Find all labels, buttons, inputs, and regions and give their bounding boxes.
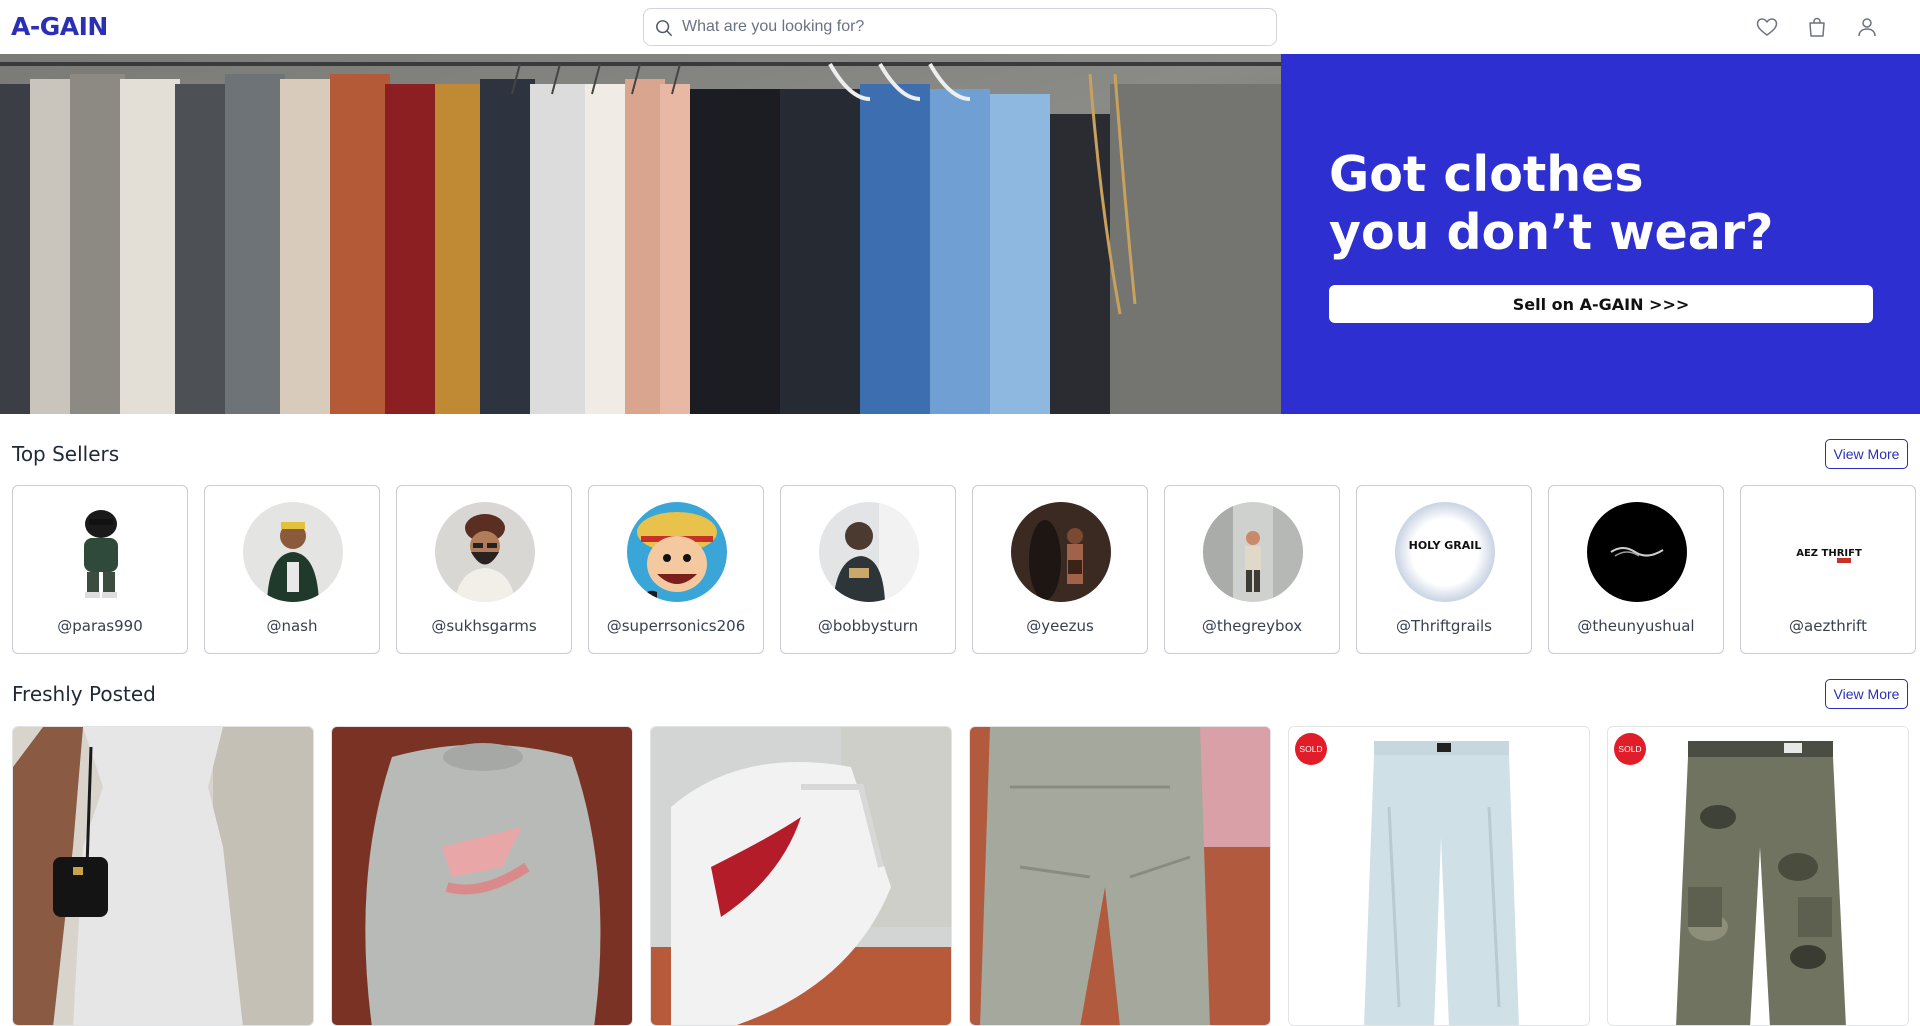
product-card[interactable] (969, 726, 1271, 1026)
aez-thrift-logo-text: AEZ THRIFT (1796, 548, 1862, 559)
seller-handle: @thegreybox (1201, 617, 1303, 635)
seller-handle: @theunyushual (1577, 617, 1695, 635)
seller-handle: @superrsonics206 (606, 617, 746, 635)
seller-card[interactable]: @sukhsgarms (396, 485, 572, 654)
seller-card[interactable]: @superrsonics206 (588, 485, 764, 654)
product-image (332, 727, 632, 1025)
seller-card[interactable]: HOLY GRAIL @Thriftgrails (1356, 485, 1532, 654)
avatar: HOLY GRAIL (1395, 502, 1495, 602)
top-sellers-view-more-button[interactable]: View More (1825, 439, 1908, 469)
product-card[interactable] (12, 726, 314, 1026)
seller-handle: @bobbysturn (817, 617, 919, 635)
seller-card[interactable]: @paras990 (12, 485, 188, 654)
hero-title: Got clothes you don’t wear? (1329, 146, 1774, 261)
product-image (1608, 727, 1908, 1025)
search-input[interactable] (678, 9, 1268, 45)
product-image (970, 727, 1270, 1025)
avatar (1011, 502, 1111, 602)
product-card[interactable] (650, 726, 952, 1026)
hero-banner: Got clothes you don’t wear? Sell on A-GA… (0, 54, 1920, 414)
seller-handle: @paras990 (57, 617, 143, 635)
seller-handle: @sukhsgarms (431, 617, 537, 635)
sell-button[interactable]: Sell on A-GAIN >>> (1329, 285, 1873, 323)
user-icon[interactable] (1855, 15, 1879, 39)
seller-card[interactable]: AEZ THRIFT @aezthrift (1740, 485, 1916, 654)
freshly-posted-title: Freshly Posted (12, 682, 156, 706)
avatar (819, 502, 919, 602)
avatar (435, 502, 535, 602)
seller-card[interactable]: @nash (204, 485, 380, 654)
hero-sell-panel: Got clothes you don’t wear? Sell on A-GA… (1281, 54, 1920, 414)
sold-badge: SOLD (1614, 733, 1646, 765)
avatar (51, 502, 151, 602)
logo[interactable]: A-GAIN (11, 12, 108, 41)
hero-image (0, 54, 1281, 414)
product-image (13, 727, 313, 1025)
site-header: A-GAIN (0, 0, 1920, 54)
seller-handle: @Thriftgrails (1396, 617, 1492, 635)
product-card[interactable]: SOLD (1288, 726, 1590, 1026)
product-card[interactable] (331, 726, 633, 1026)
product-card[interactable]: SOLD (1607, 726, 1909, 1026)
holy-grail-logo-text: HOLY GRAIL (1409, 539, 1482, 552)
heart-icon[interactable] (1755, 15, 1779, 39)
product-image (1289, 727, 1589, 1025)
avatar (627, 502, 727, 602)
avatar (243, 502, 343, 602)
avatar (1587, 502, 1687, 602)
seller-card[interactable]: @thegreybox (1164, 485, 1340, 654)
product-image (651, 727, 951, 1025)
seller-card[interactable]: @bobbysturn (780, 485, 956, 654)
avatar (1203, 502, 1303, 602)
search-bar[interactable] (643, 8, 1277, 46)
avatar: AEZ THRIFT (1779, 502, 1879, 602)
seller-handle: @yeezus (1026, 617, 1094, 635)
seller-card[interactable]: @yeezus (972, 485, 1148, 654)
seller-handle: @aezthrift (1789, 617, 1867, 635)
top-sellers-title: Top Sellers (12, 442, 120, 466)
sold-badge: SOLD (1295, 733, 1327, 765)
bag-icon[interactable] (1805, 15, 1829, 39)
search-icon (656, 20, 672, 36)
seller-card[interactable]: @theunyushual (1548, 485, 1724, 654)
freshly-posted-view-more-button[interactable]: View More (1825, 679, 1908, 709)
seller-handle: @nash (266, 617, 318, 635)
